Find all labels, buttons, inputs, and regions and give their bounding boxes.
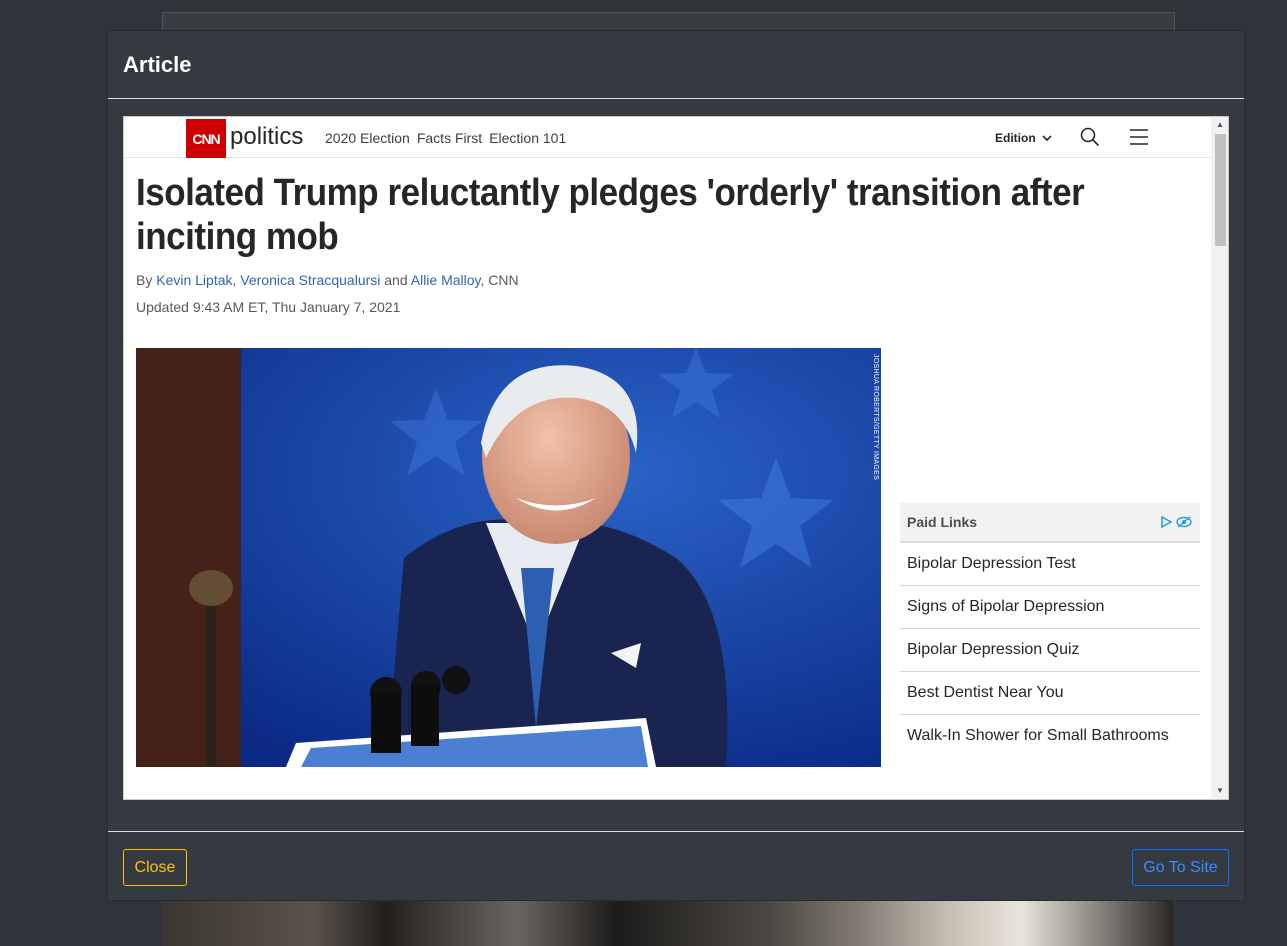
modal-footer: Close Go To Site xyxy=(108,831,1244,901)
nav-item-election-101[interactable]: Election 101 xyxy=(489,130,566,146)
article-iframe[interactable]: CNN politics 2020 Election Facts First E… xyxy=(123,116,1229,800)
ad-header: Paid Links xyxy=(900,503,1200,543)
ad-link[interactable]: Signs of Bipolar Depression xyxy=(900,586,1200,629)
site-header: CNN politics 2020 Election Facts First E… xyxy=(124,117,1211,158)
hamburger-menu-icon[interactable] xyxy=(1129,128,1149,146)
nav-item-facts-first[interactable]: Facts First xyxy=(417,130,482,146)
byline-suffix: , CNN xyxy=(480,272,519,288)
search-icon[interactable] xyxy=(1080,127,1100,147)
background-page-bottom xyxy=(162,900,1173,946)
modal-header: Article xyxy=(108,31,1244,99)
ad-link[interactable]: Walk-In Shower for Small Bathrooms xyxy=(900,715,1200,757)
byline-prefix: By xyxy=(136,272,153,288)
ad-link[interactable]: Best Dentist Near You xyxy=(900,672,1200,715)
scroll-thumb[interactable] xyxy=(1215,134,1226,246)
author-link[interactable]: Veronica Stracqualursi xyxy=(240,272,380,288)
hide-ad-icon[interactable] xyxy=(1176,516,1192,528)
author-link[interactable]: Allie Malloy xyxy=(411,272,481,288)
article-byline: By Kevin Liptak, Veronica Stracqualursi … xyxy=(136,272,519,288)
byline-separator: , xyxy=(232,272,237,288)
article-headline: Isolated Trump reluctantly pledges 'orde… xyxy=(136,172,1085,258)
hero-image[interactable]: JOSHUA ROBERTS/GETTY IMAGES xyxy=(136,348,881,767)
edition-menu[interactable]: Edition xyxy=(995,131,1052,145)
byline-and: and xyxy=(384,272,408,288)
iframe-scrollbar[interactable]: ▲ ▼ xyxy=(1211,117,1228,799)
cnn-logo[interactable]: CNN xyxy=(186,119,226,158)
ad-link[interactable]: Bipolar Depression Test xyxy=(900,543,1200,586)
updated-timestamp: Updated 9:43 AM ET, Thu January 7, 2021 xyxy=(136,299,401,315)
ad-link[interactable]: Bipolar Depression Quiz xyxy=(900,629,1200,672)
close-button[interactable]: Close xyxy=(123,849,187,886)
hero-photo xyxy=(136,348,881,767)
chevron-down-icon xyxy=(1042,131,1052,145)
nav-item-2020-election[interactable]: 2020 Election xyxy=(325,130,410,146)
scroll-up-arrow-icon[interactable]: ▲ xyxy=(1216,120,1224,130)
edition-label: Edition xyxy=(995,131,1036,145)
go-to-site-button[interactable]: Go To Site xyxy=(1132,849,1229,886)
ad-title: Paid Links xyxy=(907,514,978,530)
article-modal: Article CNN politics 2020 Election Facts… xyxy=(107,30,1245,901)
photo-credit: JOSHUA ROBERTS/GETTY IMAGES xyxy=(872,354,879,481)
modal-title: Article xyxy=(123,51,192,77)
scroll-down-arrow-icon[interactable]: ▼ xyxy=(1216,786,1224,796)
ad-icons xyxy=(1160,516,1192,528)
author-link[interactable]: Kevin Liptak xyxy=(156,272,232,288)
site-nav: 2020 Election Facts First Election 101 xyxy=(325,130,566,146)
adchoices-icon[interactable] xyxy=(1160,516,1172,528)
section-name[interactable]: politics xyxy=(230,123,303,151)
paid-links-ad: Paid Links Bipolar Depression Test Signs… xyxy=(900,503,1200,757)
